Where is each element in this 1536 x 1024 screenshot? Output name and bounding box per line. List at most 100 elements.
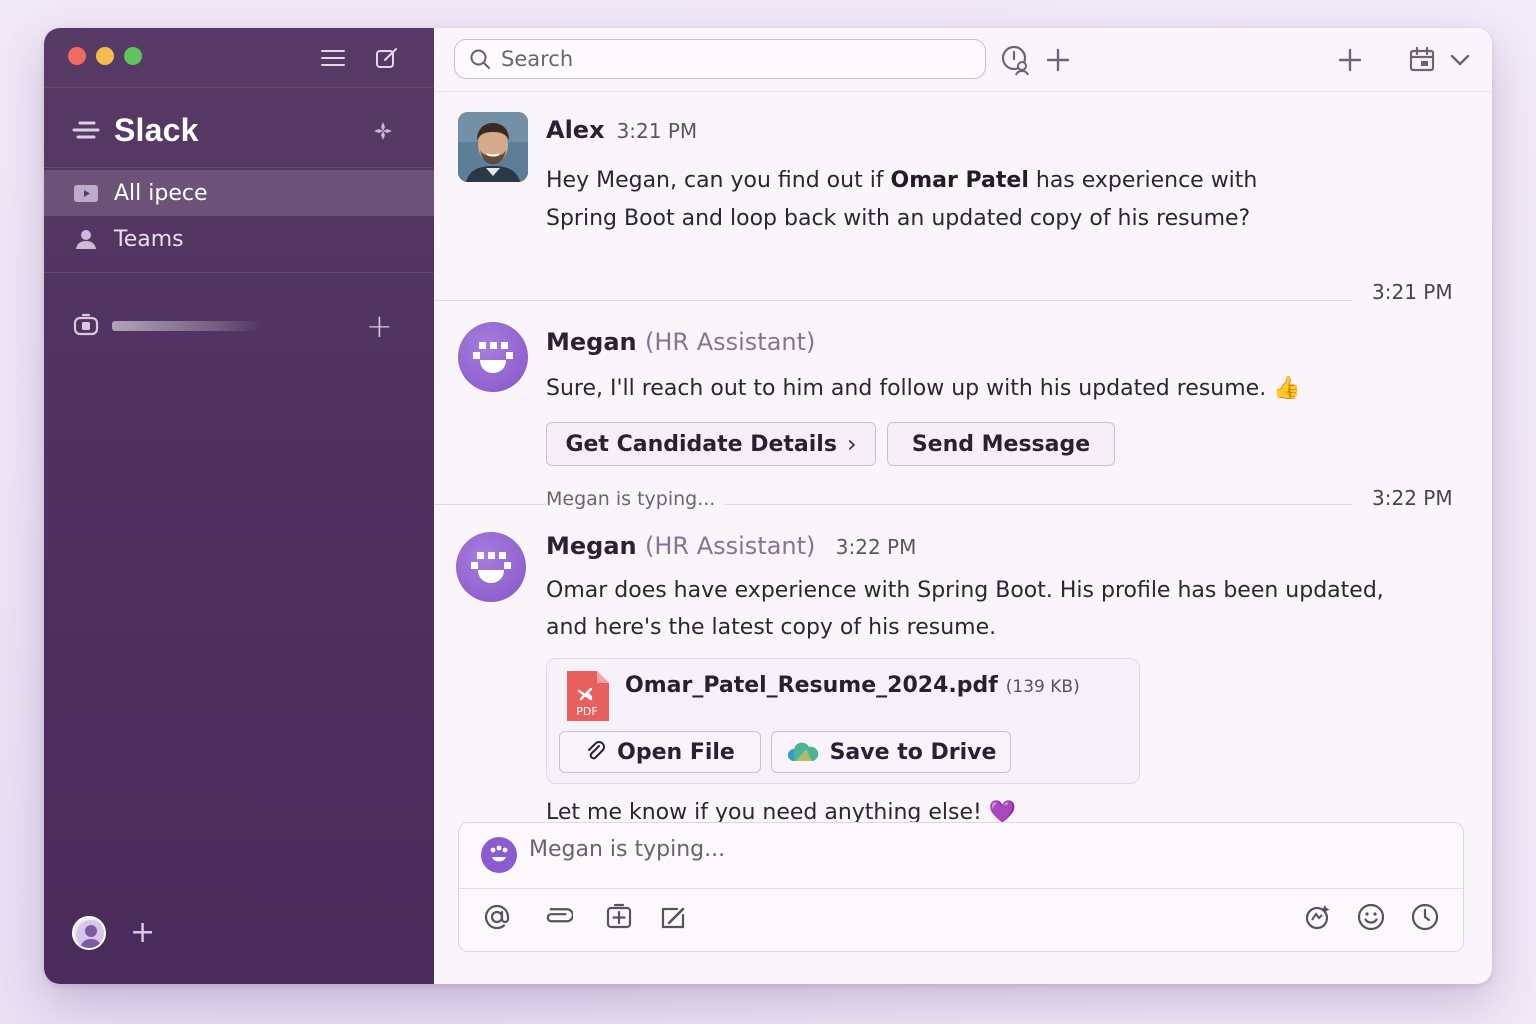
sidebar-item-teams[interactable]: Teams	[44, 216, 434, 262]
search-icon	[470, 49, 490, 69]
message-author: Alex 3:21 PM	[546, 116, 697, 144]
huddle-icon	[73, 313, 99, 336]
workspace-name: Slack	[114, 112, 199, 148]
thumbs-up-icon: 👍	[1273, 376, 1301, 401]
message-body: Hey Megan, can you find out if Omar Pate…	[546, 162, 1406, 238]
close-window-button[interactable]	[68, 47, 86, 65]
bot-paw-icon	[490, 845, 508, 862]
mention-icon[interactable]	[481, 901, 513, 933]
sidebar-nav: All ipece Teams	[44, 168, 434, 273]
file-attachment-card[interactable]: PDF Omar_Patel_Resume_2024.pdf (139 KB) O…	[546, 658, 1140, 784]
inbox-icon	[74, 185, 98, 202]
plus-icon[interactable]	[1042, 44, 1074, 76]
author-role: (HR Assistant)	[644, 328, 816, 356]
file-name-text: Omar_Patel_Resume_2024.pdf	[625, 673, 998, 698]
composer-input-row[interactable]: Megan is typing...	[459, 823, 1463, 889]
sidebar-item-all[interactable]: All ipece	[44, 170, 434, 216]
message-text: and here's the latest copy of his resume…	[546, 615, 997, 640]
composer-toolbar	[459, 901, 1463, 941]
author-name[interactable]: Alex	[546, 116, 605, 144]
sidebar-channel-row[interactable]: +	[44, 308, 434, 344]
author-name[interactable]: Megan	[546, 532, 637, 560]
file-type-label: PDF	[576, 705, 597, 718]
calendar-icon[interactable]	[1406, 44, 1438, 76]
attach-icon[interactable]	[541, 901, 573, 933]
avatar-photo-icon	[458, 112, 528, 182]
message-text: has experience with	[1028, 168, 1258, 193]
sidebar: Slack All ipece Teams + +	[44, 28, 434, 984]
compose-icon[interactable]	[374, 46, 400, 70]
emoji-icon[interactable]	[1355, 901, 1387, 933]
sidebar-item-label: Teams	[114, 226, 184, 252]
sidebar-footer: +	[72, 916, 155, 950]
separator-time: 3:22 PM	[1372, 486, 1453, 510]
person-icon	[76, 230, 96, 249]
send-message-button[interactable]: Send Message	[887, 422, 1115, 466]
megan-avatar[interactable]	[458, 322, 528, 392]
workspace-header[interactable]: Slack	[44, 88, 434, 168]
message-timestamp[interactable]: 3:22 PM	[836, 535, 917, 559]
mention-text: Omar Patel	[890, 168, 1029, 193]
message-text: Sure, I'll reach out to him and follow u…	[546, 376, 1267, 401]
separator-time: 3:21 PM	[1372, 280, 1453, 304]
divider	[434, 300, 1352, 301]
file-size: (139 KB)	[1005, 677, 1080, 697]
window-controls	[68, 47, 142, 65]
file-name[interactable]: Omar_Patel_Resume_2024.pdf (139 KB)	[625, 673, 1080, 698]
open-file-button[interactable]: Open File	[559, 731, 761, 773]
compose-format-icon[interactable]	[657, 901, 689, 933]
button-label: Save to Drive	[829, 739, 997, 765]
button-label: Get Candidate Details	[565, 431, 837, 457]
avatar-icon	[76, 920, 104, 948]
schedule-clock-icon[interactable]	[1409, 901, 1441, 933]
chevron-down-icon[interactable]	[1444, 44, 1476, 76]
chevron-right-icon: ›	[846, 430, 857, 458]
alex-avatar[interactable]	[458, 112, 528, 182]
sidebar-item-label: All ipece	[114, 180, 208, 206]
bot-face-icon	[471, 552, 511, 583]
message-author: Megan (HR Assistant) 3:22 PM	[546, 532, 916, 560]
menu-icon[interactable]	[320, 46, 346, 70]
minimize-window-button[interactable]	[96, 47, 114, 65]
message-body: Omar does have experience with Spring Bo…	[546, 572, 1486, 646]
message-text: Spring Boot and loop back with an update…	[546, 206, 1251, 231]
history-user-icon[interactable]	[1000, 44, 1032, 76]
author-name[interactable]: Megan	[546, 328, 637, 356]
typing-indicator: Megan is typing...	[546, 488, 726, 510]
bot-face-icon	[473, 342, 513, 373]
message-text: Omar does have experience with Spring Bo…	[546, 578, 1384, 603]
channel-name-placeholder	[112, 321, 262, 331]
add-shortcut-icon[interactable]	[603, 901, 635, 933]
author-role: (HR Assistant)	[644, 532, 816, 560]
settings-icon[interactable]	[372, 120, 394, 142]
search-box[interactable]	[454, 39, 986, 79]
button-label: Send Message	[911, 431, 1091, 457]
message-input[interactable]: Megan is typing...	[529, 837, 725, 862]
slack-logo-icon	[72, 121, 100, 139]
paperclip-icon	[588, 741, 606, 760]
message-author: Megan (HR Assistant)	[546, 328, 815, 356]
button-label: Open File	[617, 739, 735, 765]
search-input[interactable]	[501, 47, 961, 71]
maximize-window-button[interactable]	[124, 47, 142, 65]
main-pane: Alex 3:21 PM Hey Megan, can you find out …	[434, 28, 1492, 984]
add-channel-button[interactable]: +	[366, 308, 393, 344]
typing-bot-avatar	[481, 837, 517, 873]
save-to-drive-button[interactable]: Save to Drive	[771, 731, 1011, 773]
message-text: Hey Megan, can you find out if	[546, 168, 891, 193]
add-workspace-button[interactable]: +	[130, 918, 155, 948]
new-item-icon[interactable]	[1334, 44, 1366, 76]
ai-assist-icon[interactable]	[1301, 901, 1333, 933]
top-bar	[434, 28, 1492, 92]
megan-avatar[interactable]	[456, 532, 526, 602]
message-composer: Megan is typing...	[458, 822, 1464, 952]
user-avatar[interactable]	[72, 916, 106, 950]
title-bar	[44, 28, 434, 88]
message-timestamp[interactable]: 3:21 PM	[617, 119, 698, 143]
pdf-file-icon: PDF	[567, 671, 609, 721]
get-candidate-details-button[interactable]: Get Candidate Details ›	[546, 422, 876, 466]
cloud-drive-icon	[787, 742, 818, 761]
app-window: Slack All ipece Teams + + Search Alex 3:…	[44, 28, 1492, 984]
message-list: Alex 3:21 PM Hey Megan, can you find out …	[434, 92, 1492, 825]
message-body: Sure, I'll reach out to him and follow u…	[546, 370, 1446, 408]
